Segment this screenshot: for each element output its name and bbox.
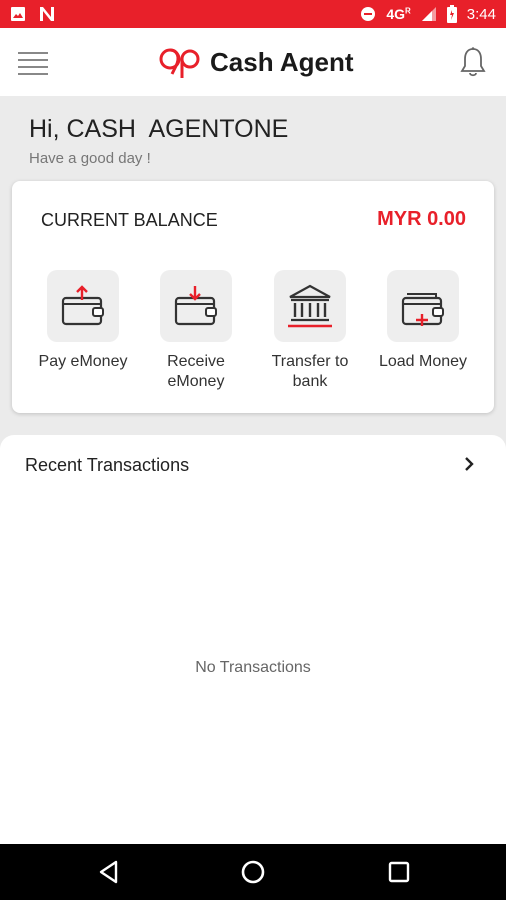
clock: 3:44: [466, 5, 496, 23]
status-bar: 4GR 3:44: [0, 0, 506, 28]
balance-card: CURRENT BALANCE MYR 0.00 Pay eMoney Rece…: [12, 181, 494, 413]
home-icon[interactable]: [239, 858, 267, 886]
transfer-to-bank-tile[interactable]: [274, 270, 346, 342]
receive-emoney-button[interactable]: Receive eMoney: [141, 270, 251, 392]
wallet-download-icon: [174, 286, 217, 326]
chevron-right-icon[interactable]: [460, 455, 478, 473]
app-title: Cash Agent: [210, 46, 354, 77]
recent-transactions-title[interactable]: Recent Transactions: [25, 455, 189, 476]
image-notification-icon: [10, 6, 26, 22]
load-money-tile[interactable]: [387, 270, 459, 342]
roaming-indicator: R: [405, 6, 411, 16]
wallet-add-icon: [401, 293, 444, 326]
bank-icon: [288, 284, 332, 328]
load-money-label: Load Money: [378, 353, 468, 370]
recent-transactions-panel: Recent Transactions No Transactions: [0, 435, 506, 844]
signal-icon: [421, 6, 437, 22]
cash-agent-logo-icon: [159, 48, 200, 78]
pay-emoney-button[interactable]: Pay eMoney: [28, 270, 138, 372]
pay-emoney-tile[interactable]: [47, 270, 119, 342]
transfer-to-bank-button[interactable]: Transfer to bank: [255, 270, 365, 392]
balance-label: CURRENT BALANCE: [41, 210, 218, 230]
greeting-name: Hi, CASH AGENTONE: [29, 115, 289, 143]
notification-bell-icon[interactable]: [458, 46, 488, 78]
empty-transactions-message: No Transactions: [195, 659, 311, 676]
transfer-to-bank-label: Transfer to bank: [271, 353, 349, 390]
load-money-button[interactable]: Load Money: [368, 270, 478, 372]
network-type: 4GR: [386, 6, 411, 22]
receive-emoney-tile[interactable]: [160, 270, 232, 342]
n-notification-icon: [38, 6, 56, 22]
hamburger-menu-icon[interactable]: [18, 52, 48, 75]
pay-emoney-label: Pay eMoney: [38, 353, 128, 370]
system-navigation-bar: [0, 844, 506, 900]
balance-value: MYR 0.00: [377, 208, 466, 230]
back-icon[interactable]: [95, 858, 123, 886]
battery-icon: [446, 5, 457, 23]
receive-emoney-label: Receive eMoney: [167, 353, 225, 390]
brand: Cash Agent: [158, 42, 354, 82]
greeting-subtitle: Have a good day !: [29, 150, 151, 167]
do-not-disturb-icon: [360, 6, 376, 22]
wallet-upload-icon: [61, 285, 104, 326]
app-bar: Cash Agent: [0, 28, 506, 96]
recent-apps-icon[interactable]: [385, 858, 413, 886]
